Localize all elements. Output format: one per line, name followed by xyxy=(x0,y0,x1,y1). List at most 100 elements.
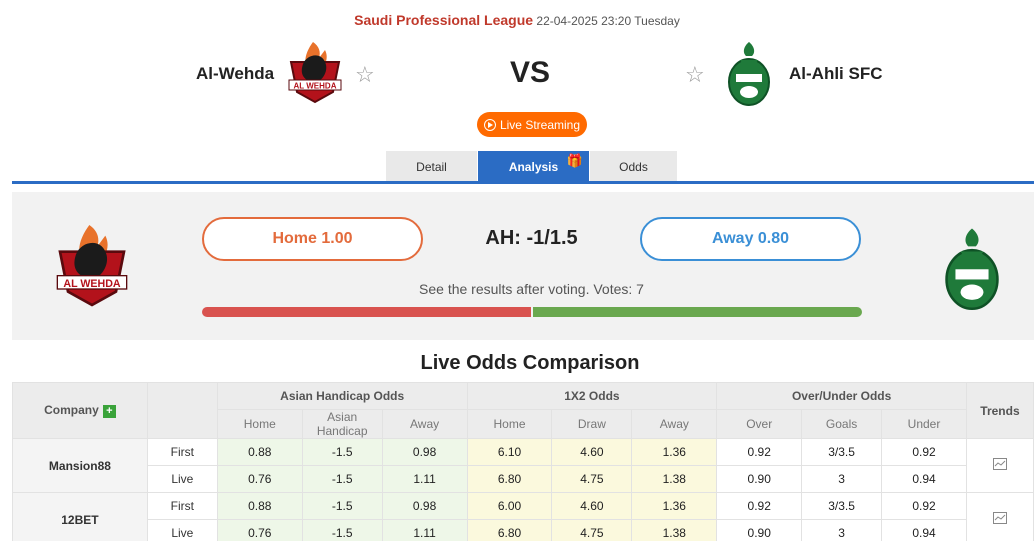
al-ahli-logo-icon xyxy=(945,228,999,310)
over-under-header: Over/Under Odds xyxy=(716,382,967,410)
odds-cell[interactable]: 0.92 xyxy=(881,492,967,520)
league-line: Saudi Professional League 22-04-2025 23:… xyxy=(0,12,1034,28)
odds-cell[interactable]: 4.75 xyxy=(551,519,633,541)
home-team-name[interactable]: Al-Wehda xyxy=(196,64,274,84)
vote-home-label: Home 1.00 xyxy=(272,230,353,247)
tab-underline xyxy=(12,181,1034,184)
match-header: Saudi Professional League 22-04-2025 23:… xyxy=(0,0,1034,182)
sub-header: Under xyxy=(881,409,967,439)
sub-header: Goals xyxy=(801,409,883,439)
away-team-name[interactable]: Al-Ahli SFC xyxy=(789,64,883,84)
odds-cell[interactable]: 6.00 xyxy=(466,492,553,520)
al-ahli-logo-icon xyxy=(728,42,770,106)
odds-cell[interactable]: -1.5 xyxy=(301,438,383,466)
odds-cell[interactable]: -1.5 xyxy=(301,519,383,541)
odds-cell[interactable]: 4.60 xyxy=(551,492,633,520)
odds-cell[interactable]: 0.92 xyxy=(716,492,803,520)
vote-panel: AL WEHDA Home 1.00 AH: -1/1.5 Away 0.80 … xyxy=(12,192,1034,340)
table-row: Mansion88 First 0.88 -1.5 0.98 6.10 4.60… xyxy=(12,438,1034,493)
odds-cell[interactable]: 0.92 xyxy=(716,438,803,466)
odds-cell[interactable]: 0.92 xyxy=(881,438,967,466)
sub-header: Away xyxy=(381,409,468,439)
odds-type: First xyxy=(146,492,218,520)
company-name[interactable]: Mansion88 xyxy=(12,438,148,493)
company-header-label: Company xyxy=(44,403,99,418)
odds-cell[interactable]: 0.76 xyxy=(216,519,303,541)
tab-analysis[interactable]: Analysis 🎁 xyxy=(478,151,590,182)
tab-odds-label: Odds xyxy=(619,159,648,174)
odds-cell[interactable]: -1.5 xyxy=(301,492,383,520)
tab-detail[interactable]: Detail xyxy=(386,151,478,182)
sub-header: Asian Handicap xyxy=(301,409,383,439)
company-header: Company + xyxy=(12,382,148,439)
odds-cell[interactable]: 1.11 xyxy=(381,519,468,541)
svg-text:AL WEHDA: AL WEHDA xyxy=(294,82,337,91)
tab-detail-label: Detail xyxy=(416,159,447,174)
odds-cell[interactable]: 0.88 xyxy=(216,438,303,466)
favorite-home-star-icon[interactable]: ☆ xyxy=(355,62,375,88)
vote-result-bar xyxy=(202,307,862,317)
odds-cell[interactable]: 3/3.5 xyxy=(801,438,883,466)
vote-home-button[interactable]: Home 1.00 xyxy=(202,217,423,261)
odds-cell[interactable]: 0.98 xyxy=(381,438,468,466)
odds-cell[interactable]: 1.38 xyxy=(631,465,718,493)
odds-cell[interactable]: 0.90 xyxy=(716,519,803,541)
svg-text:AL WEHDA: AL WEHDA xyxy=(63,278,121,290)
vote-away-button[interactable]: Away 0.80 xyxy=(640,217,861,261)
al-wehda-logo-icon: AL WEHDA xyxy=(56,225,128,307)
odds-cell[interactable]: 6.10 xyxy=(466,438,553,466)
odds-type: Live xyxy=(146,465,218,493)
sub-header: Over xyxy=(716,409,803,439)
live-streaming-label: Live Streaming xyxy=(499,117,581,132)
company-name[interactable]: 12BET xyxy=(12,492,148,541)
trend-chart-icon[interactable] xyxy=(992,512,1007,524)
add-company-plus-icon[interactable]: + xyxy=(102,404,116,418)
odds-cell[interactable]: 4.75 xyxy=(551,465,633,493)
odds-cell[interactable]: 3 xyxy=(801,519,883,541)
tab-odds[interactable]: Odds xyxy=(590,151,678,182)
odds-cell[interactable]: 6.80 xyxy=(466,465,553,493)
match-tabs: Detail Analysis 🎁 Odds xyxy=(386,151,678,182)
odds-cell[interactable]: 6.80 xyxy=(466,519,553,541)
sub-header: Draw xyxy=(551,409,633,439)
table-row: Live 0.76 -1.5 1.11 6.80 4.75 1.38 0.90 … xyxy=(13,465,1034,493)
odds-cell[interactable]: 0.98 xyxy=(381,492,468,520)
trend-chart-icon[interactable] xyxy=(992,458,1007,470)
vote-bar-home xyxy=(202,307,531,317)
odds-cell[interactable]: 4.60 xyxy=(551,438,633,466)
odds-cell[interactable]: 1.11 xyxy=(381,465,468,493)
1x2-header: 1X2 Odds xyxy=(466,382,718,410)
odds-cell[interactable]: 3/3.5 xyxy=(801,492,883,520)
table-row: Live 0.76 -1.5 1.11 6.80 4.75 1.38 0.90 … xyxy=(13,519,1034,541)
type-header xyxy=(146,382,218,439)
gift-icon: 🎁 xyxy=(566,153,583,168)
tab-analysis-label: Analysis xyxy=(508,159,559,174)
trends-cell[interactable] xyxy=(965,438,1034,493)
league-name[interactable]: Saudi Professional League xyxy=(354,12,533,28)
odds-table: Company + Asian Handicap Odds 1X2 Odds Ov… xyxy=(12,382,1034,541)
odds-type: First xyxy=(146,438,218,466)
table-row: 12BET First 0.88 -1.5 0.98 6.00 4.60 1.3… xyxy=(12,492,1034,541)
sub-header: Home xyxy=(216,409,303,439)
odds-cell[interactable]: 1.36 xyxy=(631,438,718,466)
odds-cell[interactable]: 0.76 xyxy=(216,465,303,493)
odds-cell[interactable]: -1.5 xyxy=(301,465,383,493)
odds-cell[interactable]: 0.94 xyxy=(881,465,967,493)
favorite-away-star-icon[interactable]: ☆ xyxy=(685,62,705,88)
odds-cell[interactable]: 0.94 xyxy=(881,519,967,541)
play-icon xyxy=(483,118,496,131)
odds-section-title: Live Odds Comparison xyxy=(420,352,640,374)
asian-handicap-value: AH: -1/1.5 xyxy=(485,227,578,249)
vote-bar-away xyxy=(533,307,862,317)
live-streaming-button[interactable]: Live Streaming xyxy=(477,112,587,137)
versus-label: VS xyxy=(510,56,551,89)
odds-cell[interactable]: 0.88 xyxy=(216,492,303,520)
asian-handicap-header: Asian Handicap Odds xyxy=(216,382,468,410)
trends-header: Trends xyxy=(965,382,1034,439)
odds-cell[interactable]: 3 xyxy=(801,465,883,493)
trends-cell[interactable] xyxy=(965,492,1034,541)
odds-cell[interactable]: 0.90 xyxy=(716,465,803,493)
odds-cell[interactable]: 1.36 xyxy=(631,492,718,520)
odds-cell[interactable]: 1.38 xyxy=(631,519,718,541)
match-datetime: 22-04-2025 23:20 Tuesday xyxy=(536,14,680,28)
